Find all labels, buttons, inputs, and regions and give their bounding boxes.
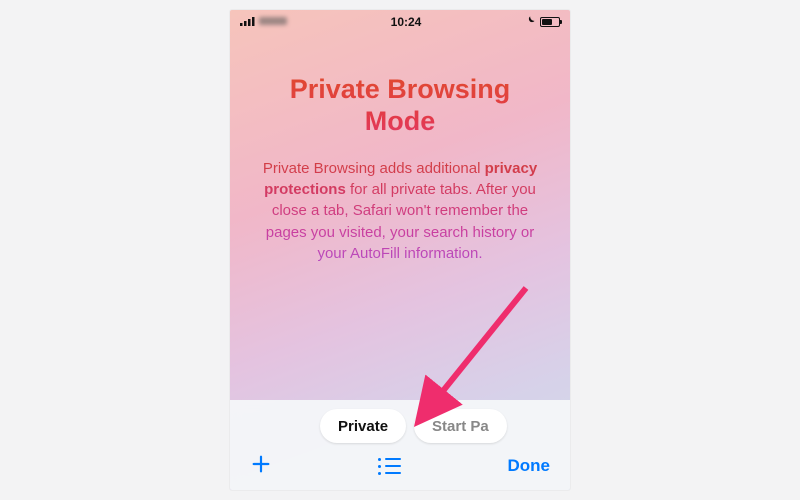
bottom-toolbar: Private Start Pa Done xyxy=(230,400,570,490)
private-browsing-info: Private Browsing Mode Private Browsing a… xyxy=(230,74,570,264)
cellular-signal-icon xyxy=(240,15,255,29)
carrier-blurred-icon xyxy=(259,15,287,29)
do-not-disturb-icon xyxy=(525,15,536,29)
tab-group-switcher: Private Start Pa xyxy=(320,408,570,444)
phone-screen: 10:24 Private Browsing Mode Private Brow… xyxy=(230,10,570,490)
status-time: 10:24 xyxy=(391,15,422,29)
done-button[interactable]: Done xyxy=(508,456,551,476)
tab-private[interactable]: Private xyxy=(320,409,406,443)
new-tab-button[interactable] xyxy=(250,451,272,481)
tab-start-page[interactable]: Start Pa xyxy=(414,409,507,443)
battery-icon xyxy=(540,17,560,27)
page-description: Private Browsing adds additional privacy… xyxy=(260,158,540,264)
tab-groups-button[interactable] xyxy=(378,458,401,475)
page-title: Private Browsing Mode xyxy=(260,74,540,138)
status-bar: 10:24 xyxy=(230,10,570,34)
